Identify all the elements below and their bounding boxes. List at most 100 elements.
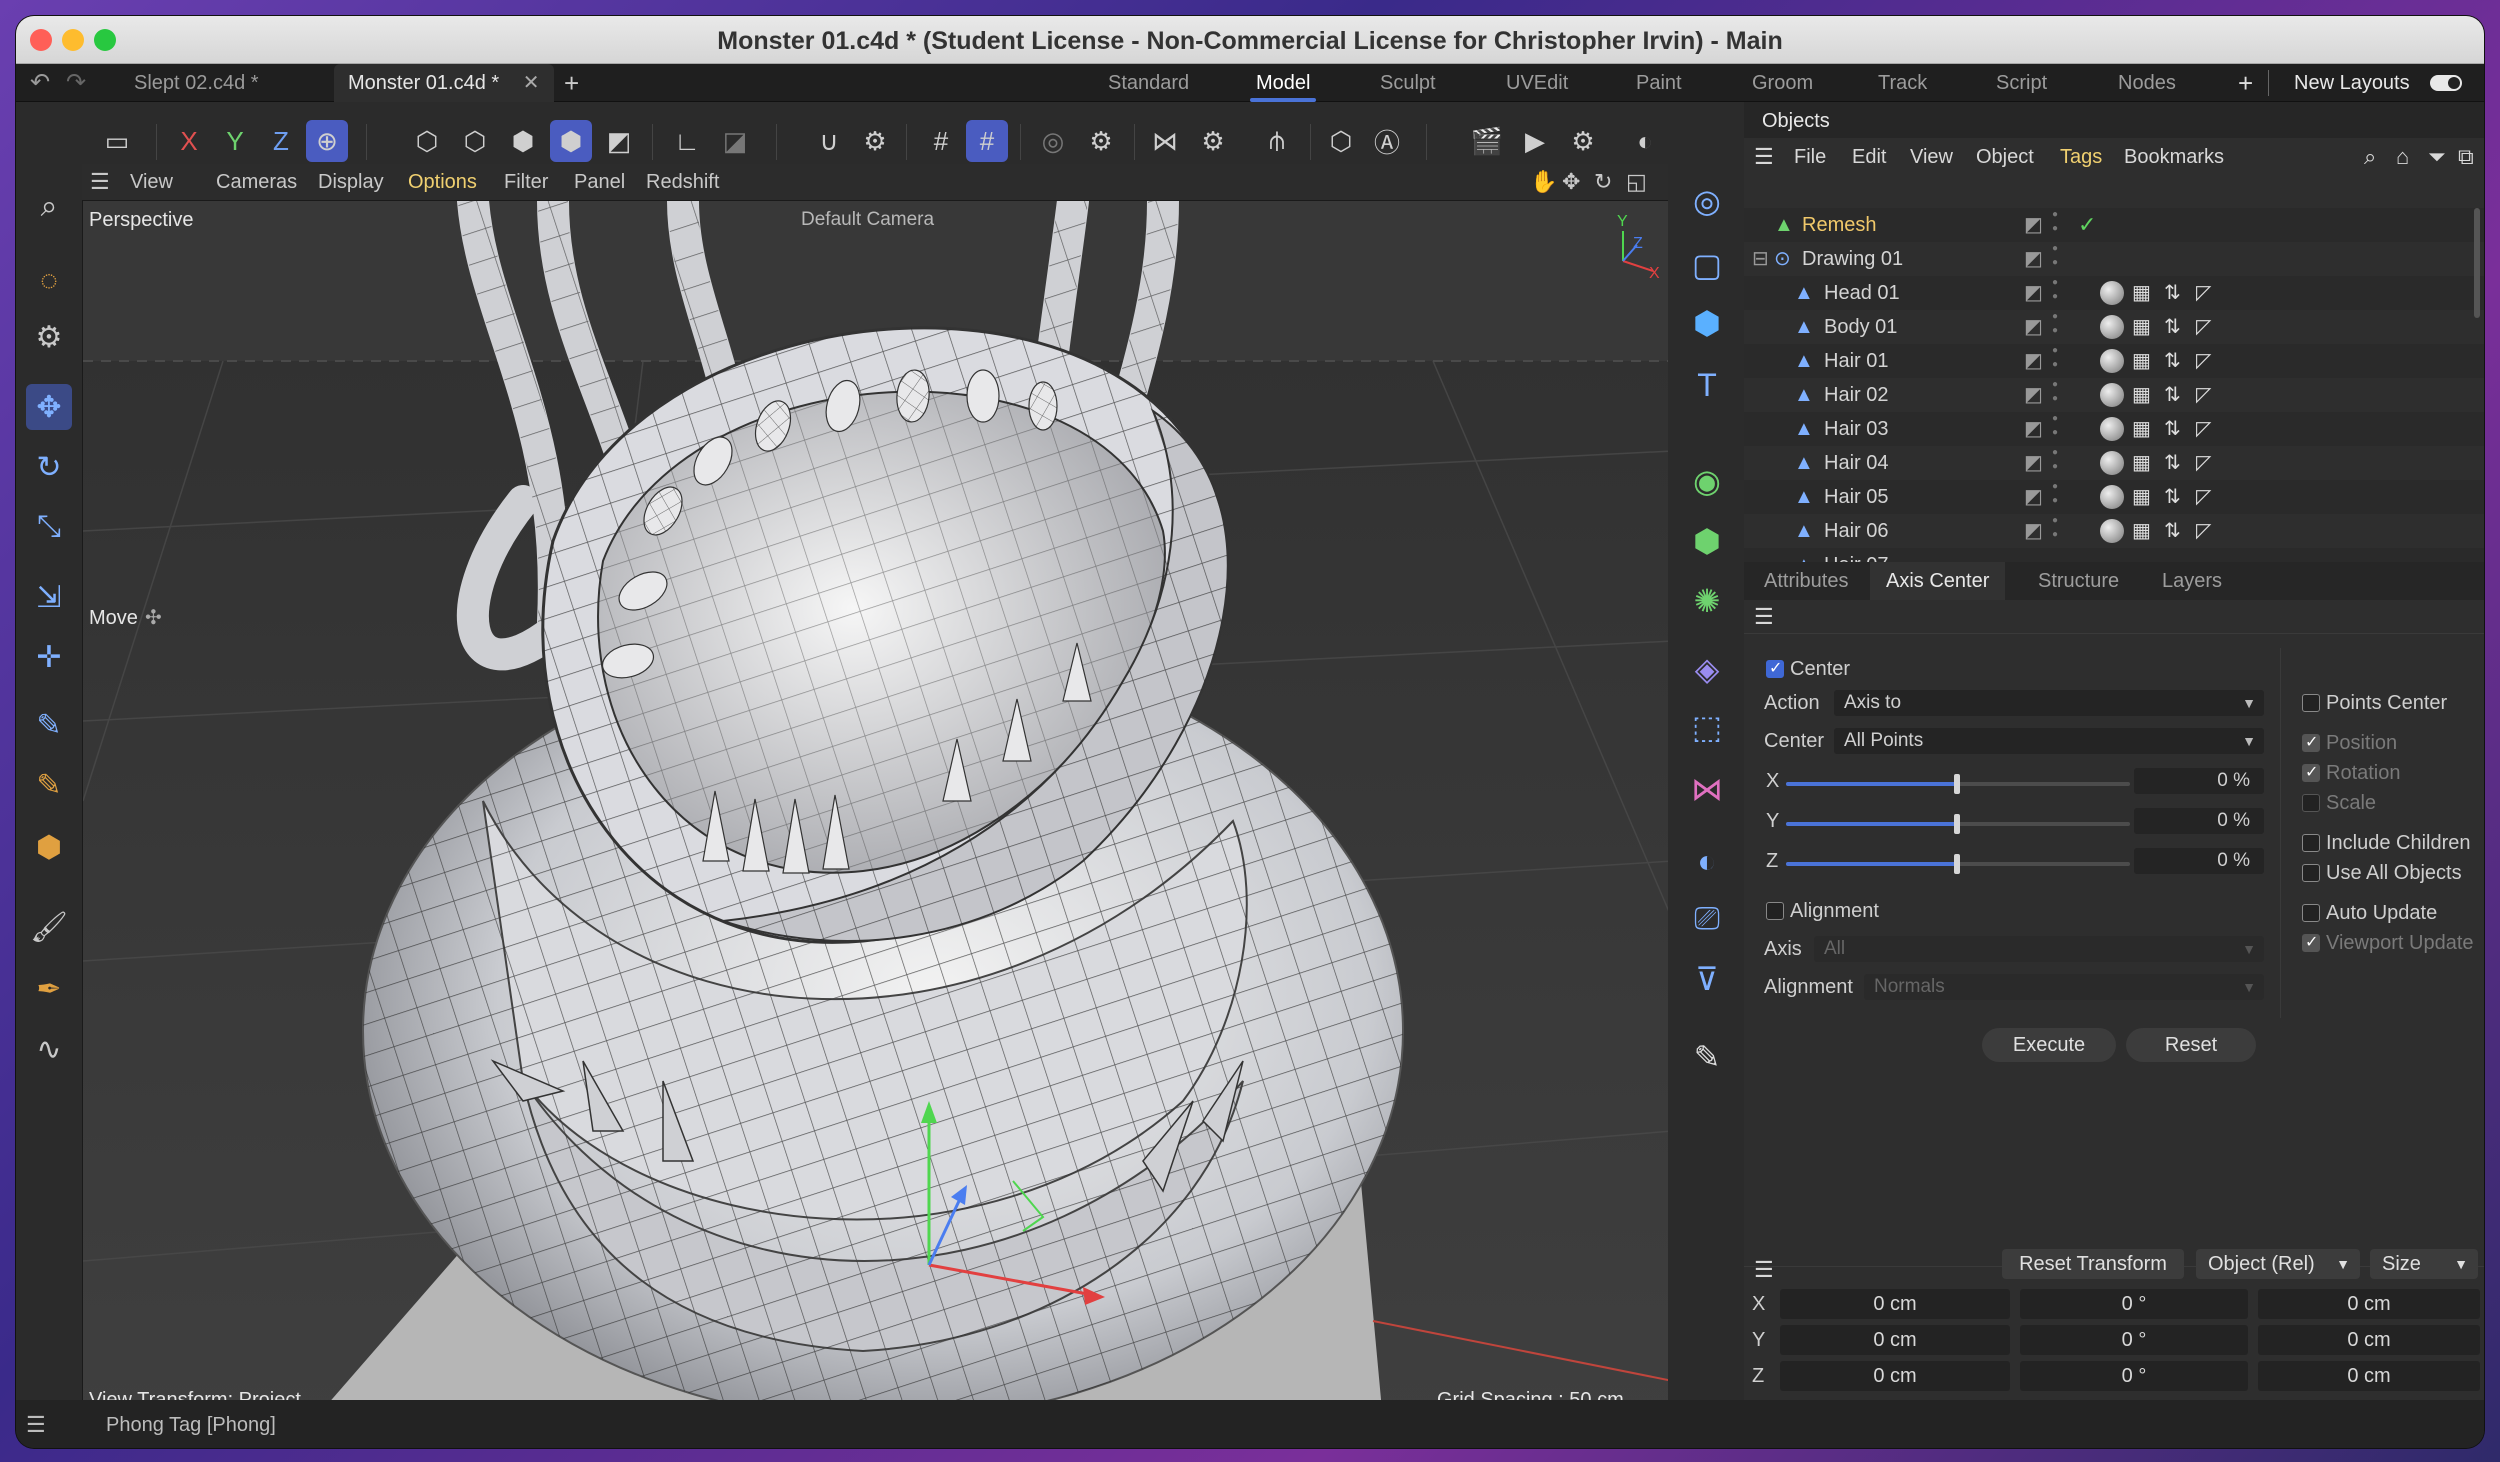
layout-script[interactable]: Script [1996, 64, 2047, 102]
objects-menu-tags[interactable]: Tags [2060, 146, 2102, 169]
spline-sketch-icon[interactable]: ✎ [26, 762, 72, 808]
object-row-hair[interactable]: ▲ Hair 04 ◩ ● ● ▦ ⇅ ◸ [1744, 446, 2484, 480]
render-view-icon[interactable]: 🎬 [1466, 120, 1508, 162]
z-slider-knob[interactable] [1954, 854, 1960, 874]
tweak-icon[interactable]: ⚙ [26, 314, 72, 360]
points-mode-icon[interactable]: ⬡ [406, 120, 448, 162]
placement-tool-icon[interactable]: ⇲ [26, 574, 72, 620]
viewport-menu-redshift[interactable]: Redshift [646, 164, 719, 200]
position-z-field[interactable]: 0 cm [1780, 1361, 2010, 1391]
search-objects-icon[interactable]: ⌕ [2364, 144, 2376, 170]
workplane-snap-icon[interactable]: # [966, 120, 1008, 162]
object-row-head[interactable]: ▲ Head 01 ◩ ● ● ▦ ⇅ ◸ [1744, 276, 2484, 310]
alignment-dropdown[interactable]: Normals ▼ [1864, 974, 2264, 1000]
weight-tag-icon[interactable]: ⇅ [2164, 412, 2181, 446]
extrude-tool-icon[interactable]: ⬢ [26, 824, 72, 870]
objects-menu-object[interactable]: Object [1976, 146, 2034, 169]
checker-tag-icon[interactable]: ▦ [2132, 344, 2151, 378]
edit-tool-icon[interactable]: ✎ [1682, 1032, 1732, 1082]
layout-uvedit[interactable]: UVEdit [1506, 64, 1568, 102]
phong-tag-icon[interactable]: ◸ [2196, 344, 2211, 378]
object-row-hair[interactable]: ▲ Hair 03 ◩ ● ● ▦ ⇅ ◸ [1744, 412, 2484, 446]
close-tab-icon[interactable]: ✕ [523, 72, 540, 94]
undo-icon[interactable]: ↶ [30, 64, 50, 102]
lasso-select-icon[interactable]: ◎ [1682, 176, 1732, 226]
weight-tag-icon[interactable]: ⇅ [2164, 514, 2181, 548]
checker-tag-icon[interactable]: ▦ [2132, 378, 2151, 412]
home-icon[interactable]: ⌂ [2396, 144, 2409, 170]
z-slider[interactable] [1786, 854, 2130, 874]
edit-visibility-icon[interactable]: ◩ [2024, 310, 2043, 344]
tab-structure[interactable]: Structure [2038, 562, 2119, 600]
subdivision-icon[interactable]: ◉ [1682, 456, 1732, 506]
uv-mode-icon[interactable]: ◩ [598, 120, 640, 162]
y-slider[interactable] [1786, 814, 2130, 834]
position-x-field[interactable]: 0 cm [1780, 1289, 2010, 1319]
polygons-mode-icon[interactable]: ⬢ [502, 120, 544, 162]
material-tag-icon[interactable] [2100, 485, 2124, 509]
object-row-hair[interactable]: ▲ Hair 05 ◩ ● ● ▦ ⇅ ◸ [1744, 480, 2484, 514]
tab-attributes[interactable]: Attributes [1764, 562, 1848, 600]
objects-menu-edit[interactable]: Edit [1852, 146, 1886, 169]
layout-standard[interactable]: Standard [1108, 64, 1189, 102]
layout-model[interactable]: Model [1249, 64, 1318, 102]
deformer-icon[interactable]: ◈ [1682, 644, 1732, 694]
soft-selection-icon[interactable]: ◎ [1032, 120, 1074, 162]
weight-tag-icon[interactable]: ⇅ [2164, 310, 2181, 344]
edit-visibility-icon[interactable]: ◩ [2024, 412, 2043, 446]
viewport-menu-panel[interactable]: Panel [574, 164, 625, 200]
model-mode-icon[interactable]: ⬢ [550, 120, 592, 162]
object-row-drawing[interactable]: ⊟ ⊙ Drawing 01 ◩ ● ● [1744, 242, 2484, 276]
viewport-menu-options[interactable]: Options [408, 164, 477, 200]
camera-icon[interactable]: ⎚ [1682, 894, 1732, 944]
size-z-field[interactable]: 0 cm [2258, 1361, 2480, 1391]
phong-tag-icon[interactable]: ◸ [2196, 446, 2211, 480]
size-mode-dropdown[interactable]: Size ▼ [2370, 1249, 2478, 1279]
visibility-dots-icon[interactable]: ● ● [2052, 514, 2058, 542]
weight-tag-icon[interactable]: ⇅ [2164, 480, 2181, 514]
reset-transform-button[interactable]: Reset Transform [2002, 1249, 2184, 1279]
viewport-update-checkbox[interactable] [2302, 932, 2320, 952]
collapse-icon[interactable]: ⊟ [1752, 242, 1769, 276]
z-input[interactable]: 0 % [2134, 848, 2264, 874]
scene-icon[interactable]: ⋈ [1682, 764, 1732, 814]
viewport-hamburger-icon[interactable]: ☰ [90, 164, 110, 200]
toggle-views-icon[interactable]: ◱ [1626, 164, 1647, 200]
size-x-field[interactable]: 0 cm [2258, 1289, 2480, 1319]
edit-visibility-icon[interactable]: ◩ [2024, 514, 2043, 548]
object-row-remesh[interactable]: ▲ Remesh ◩ ● ● ✓ [1744, 208, 2484, 242]
position-checkbox[interactable] [2302, 732, 2320, 752]
environment-icon[interactable]: ◐ [1682, 836, 1732, 886]
rotate-tool-icon[interactable]: ↻ [26, 444, 72, 490]
render-picture-viewer-icon[interactable]: ▶ [1514, 120, 1556, 162]
add-layout-icon[interactable]: + [2238, 64, 2253, 102]
visibility-dots-icon[interactable]: ● ● [2052, 412, 2058, 440]
visibility-dots-icon[interactable]: ● ● [2052, 310, 2058, 338]
center-dropdown[interactable]: All Points ▼ [1834, 728, 2264, 754]
enabled-check-icon[interactable]: ✓ [2078, 208, 2096, 242]
objects-hamburger-icon[interactable]: ☰ [1754, 144, 1774, 170]
render-tag-icon[interactable]: ⬡ [1320, 120, 1362, 162]
edit-visibility-icon[interactable]: ◩ [2024, 378, 2043, 412]
rotation-p-field[interactable]: 0 ° [2020, 1325, 2248, 1355]
rotation-checkbox[interactable] [2302, 762, 2320, 782]
naming-tool-icon[interactable]: ⫛ [1256, 120, 1298, 162]
rotation-b-field[interactable]: 0 ° [2020, 1361, 2248, 1391]
layout-paint[interactable]: Paint [1636, 64, 1682, 102]
objects-menu-bookmarks[interactable]: Bookmarks [2124, 146, 2224, 169]
layout-groom[interactable]: Groom [1752, 64, 1813, 102]
symmetry-options-icon[interactable]: ⚙ [1192, 120, 1234, 162]
tab-layers[interactable]: Layers [2162, 562, 2222, 600]
spline-pen-icon[interactable]: ✎ [26, 702, 72, 748]
redo-icon[interactable]: ↷ [66, 64, 86, 102]
layout-nodes[interactable]: Nodes [2118, 64, 2176, 102]
points-center-checkbox[interactable] [2302, 694, 2320, 712]
viewport-menu-display[interactable]: Display [318, 164, 384, 200]
coordinate-system-icon[interactable]: ⊕ [306, 120, 348, 162]
material-tag-icon[interactable] [2100, 417, 2124, 441]
filter-icon[interactable]: ⏷ [2428, 144, 2446, 170]
auto-update-checkbox[interactable] [2302, 904, 2320, 922]
phong-tag-icon[interactable]: ◸ [2196, 310, 2211, 344]
material-tag-icon[interactable] [2100, 383, 2124, 407]
weight-tag-icon[interactable]: ⇅ [2164, 276, 2181, 310]
